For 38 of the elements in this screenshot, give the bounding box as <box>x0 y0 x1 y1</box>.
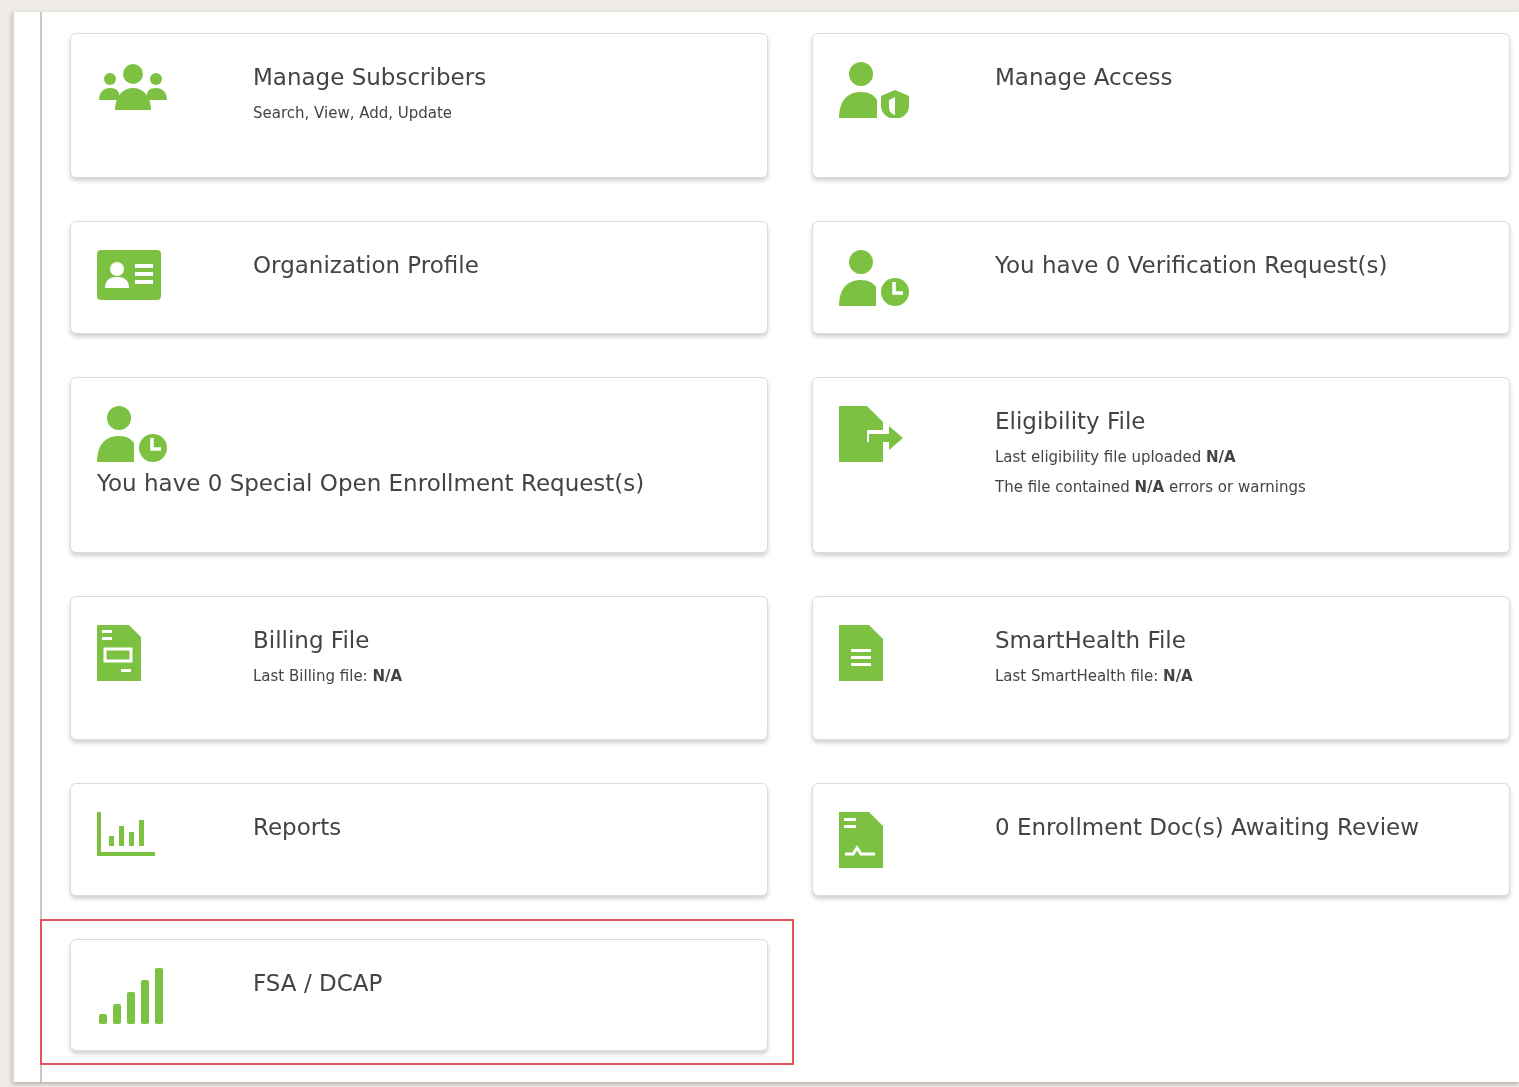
dashboard-card[interactable]: Billing File Last Billing file: N/A <box>70 596 768 740</box>
dashboard-card[interactable]: You have 0 Verification Request(s) <box>812 221 1510 334</box>
file-lines-icon <box>839 625 883 681</box>
dashboard-card[interactable]: SmartHealth File Last SmartHealth file: N/A <box>812 596 1510 740</box>
card-title: Billing File <box>253 627 371 653</box>
card-title: FSA / DCAP <box>253 970 383 996</box>
dashboard-card[interactable]: Eligibility File Last eligibility file uploaded N/A The file contained N/A errors or warnings <box>812 377 1510 553</box>
card-subtitle: Last SmartHealth file: N/A <box>995 667 1193 685</box>
file-icon <box>97 625 141 681</box>
person-clock-icon <box>839 250 911 306</box>
card-subtitle: Last Billing file: N/A <box>253 667 403 685</box>
person-clock-icon <box>97 406 169 462</box>
file-pulse-icon <box>839 812 883 868</box>
card-title: Eligibility File <box>995 408 1147 434</box>
card-title: SmartHealth File <box>995 627 1187 653</box>
card-title: Manage Access <box>995 64 1173 90</box>
people-icon <box>97 62 169 110</box>
id-card-icon <box>97 250 161 300</box>
card-title: Organization Profile <box>253 252 479 278</box>
dashboard-card[interactable]: 0 Enrollment Doc(s) Awaiting Review <box>812 783 1510 896</box>
dashboard-card[interactable]: Organization Profile <box>70 221 768 334</box>
card-subtitle: Search, View, Add, Update <box>253 104 454 122</box>
person-shield-icon <box>839 62 911 118</box>
card-title: Manage Subscribers <box>253 64 487 90</box>
card-subtitle: The file contained N/A errors or warnings <box>995 478 1306 496</box>
dashboard-card[interactable]: Manage Subscribers Search, View, Add, Update <box>70 33 768 178</box>
card-title: Reports <box>253 814 342 840</box>
card-title: You have 0 Verification Request(s) <box>995 252 1388 278</box>
bar-chart-icon <box>97 812 155 856</box>
dashboard-card[interactable]: FSA / DCAP <box>70 939 768 1051</box>
card-subtitle: Last eligibility file uploaded N/A <box>995 448 1237 466</box>
dashboard-card[interactable]: Reports <box>70 783 768 896</box>
dashboard-card[interactable]: You have 0 Special Open Enrollment Request(s) <box>70 377 768 553</box>
signal-bars-icon <box>97 968 163 1024</box>
dashboard-card[interactable]: Manage Access <box>812 33 1510 178</box>
card-title: 0 Enrollment Doc(s) Awaiting Review <box>995 814 1420 840</box>
card-title: You have 0 Special Open Enrollment Request(s) <box>97 470 646 496</box>
file-arrow-icon <box>839 406 903 462</box>
